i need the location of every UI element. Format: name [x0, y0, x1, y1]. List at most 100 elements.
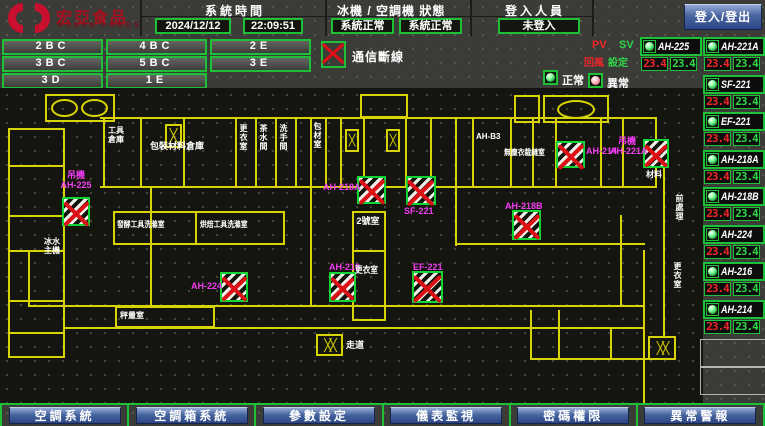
- map-wall: [275, 117, 277, 188]
- unit-ef-221[interactable]: EF-221: [703, 112, 765, 131]
- nav-cell: 異常警報: [638, 405, 765, 426]
- unit-sv-value: 23.4: [670, 57, 697, 71]
- map-wall: [530, 358, 650, 360]
- unit-values: 23.4 23.4: [704, 282, 760, 296]
- ahu-marker[interactable]: [220, 272, 248, 302]
- unit-lamp-icon: [706, 303, 719, 316]
- floor-button-5bc[interactable]: 5BC: [106, 56, 207, 72]
- map-wall: [663, 150, 665, 338]
- map-wall: [140, 117, 142, 188]
- room-label: 茶水間: [258, 124, 268, 151]
- elevator-box: [514, 95, 540, 123]
- map-wall: [183, 117, 185, 188]
- room-label: 工具倉庫: [108, 126, 127, 144]
- nav-button-meter-monitor[interactable]: 儀表監視: [390, 407, 502, 424]
- map-wall: [558, 310, 560, 360]
- unit-sv-value: 23.4: [733, 95, 760, 109]
- floor-button-2bc[interactable]: 2BC: [2, 39, 103, 55]
- floor-button-4bc[interactable]: 4BC: [106, 39, 207, 55]
- map-wall: [103, 117, 105, 188]
- stairs-xx-icon: ╳╳: [648, 336, 676, 360]
- ahu-marker[interactable]: [412, 271, 443, 303]
- nav-button-password-authority[interactable]: 密碼權限: [517, 407, 629, 424]
- floor-button-3e[interactable]: 3E: [210, 56, 311, 72]
- unit-sv-value: 23.4: [733, 170, 760, 184]
- sv-desc-label: 設定: [608, 54, 628, 69]
- map-wall: [8, 300, 65, 302]
- brand-logo-icon: [6, 2, 52, 34]
- machine-status-label: 冰機 / 空調機 狀態: [337, 2, 445, 19]
- room-label: 秤量室: [120, 311, 144, 321]
- map-wall: [455, 117, 457, 188]
- shaft-x-icon: ╳: [345, 129, 359, 152]
- unit-values: 23.4 23.4: [704, 245, 760, 259]
- comm-loss-icon: [321, 41, 346, 68]
- unit-values: 23.4 23.4: [641, 57, 697, 71]
- unit-pv-value: 23.4: [704, 207, 731, 221]
- unit-ah-218b[interactable]: AH-218B: [703, 187, 765, 206]
- system-clock: 22:09:51: [243, 18, 303, 34]
- room-label: 前處理: [674, 194, 684, 221]
- unit-pv-value: 23.4: [704, 245, 731, 259]
- chiller-status-badge: 系統正常: [331, 18, 394, 34]
- unit-lamp-icon: [706, 115, 719, 128]
- spare-slot: [700, 339, 765, 367]
- ahu-marker-label: AH-218A: [323, 182, 361, 192]
- unit-lamp-icon: [706, 190, 719, 203]
- stairs-xx-icon: ╳╳: [316, 334, 343, 356]
- map-wall: [8, 332, 65, 334]
- unit-ah-225[interactable]: AH-225: [640, 37, 702, 56]
- login-logout-button[interactable]: 登入/登出: [684, 4, 762, 30]
- stair-oval-icon: [81, 99, 108, 117]
- ahu-marker[interactable]: [406, 176, 436, 205]
- unit-lamp-icon: [706, 40, 719, 53]
- nav-button-ahu-system[interactable]: 空調箱系統: [136, 407, 248, 424]
- floor-button-1e[interactable]: 1E: [106, 73, 207, 89]
- unit-lamp-icon: [706, 265, 719, 278]
- floor-button-2e[interactable]: 2E: [210, 39, 311, 55]
- room-label: 走道: [346, 340, 364, 350]
- map-wall: [8, 165, 65, 167]
- unit-ah-224[interactable]: AH-224: [703, 225, 765, 244]
- nav-button-alarm[interactable]: 異常警報: [644, 407, 756, 424]
- ahu-marker[interactable]: [357, 176, 386, 204]
- nav-button-ac-system[interactable]: 空調系統: [9, 407, 121, 424]
- ahu-marker[interactable]: [512, 210, 541, 240]
- room-label: 包裝材料倉庫: [150, 141, 204, 151]
- unit-lamp-icon: [706, 78, 719, 91]
- nav-cell: 空調系統: [0, 405, 129, 426]
- sv-label: SV: [619, 39, 634, 51]
- unit-ah-216[interactable]: AH-216: [703, 262, 765, 281]
- map-wall: [195, 211, 197, 245]
- room-label: 材料: [646, 170, 662, 180]
- unit-sv-value: 23.4: [733, 282, 760, 296]
- unit-sv-value: 23.4: [733, 207, 760, 221]
- map-wall: [530, 310, 532, 360]
- unit-lamp-icon: [706, 228, 719, 241]
- map-wall: [235, 117, 237, 188]
- ahu-marker[interactable]: [556, 141, 585, 168]
- unit-ah-218a[interactable]: AH-218A: [703, 150, 765, 169]
- nav-button-parameter-settings[interactable]: 參數設定: [263, 407, 375, 424]
- floor-button-3d[interactable]: 3D: [2, 73, 103, 89]
- map-wall: [255, 117, 257, 188]
- room-label: 2號室: [356, 216, 380, 226]
- unit-sf-221[interactable]: SF-221: [703, 75, 765, 94]
- room-label: AH-B3: [476, 132, 500, 142]
- unit-sv-value: 23.4: [733, 320, 760, 334]
- room-label: 發酵工具洗滌室: [117, 220, 165, 230]
- ahu-marker[interactable]: [329, 272, 356, 302]
- header-divider: [592, 0, 594, 36]
- brand-subname: HUNYA FOODS: [58, 22, 142, 29]
- ahu-marker-label: 吊機AH-225: [53, 170, 99, 190]
- unit-sv-value: 23.4: [733, 245, 760, 259]
- unit-ah-214[interactable]: AH-214: [703, 300, 765, 319]
- floor-button-3bc[interactable]: 3BC: [2, 56, 103, 72]
- room-label: 冰水主機: [44, 237, 62, 255]
- nav-bar: 空調系統 空調箱系統 參數設定 儀表監視 密碼權限 異常警報: [0, 403, 765, 426]
- ahu-marker[interactable]: [62, 197, 90, 226]
- room-label: 更衣室: [355, 265, 378, 275]
- room-label: 更衣室: [238, 124, 248, 151]
- header-divider: [325, 0, 327, 36]
- unit-ah-221a[interactable]: AH-221A: [703, 37, 765, 56]
